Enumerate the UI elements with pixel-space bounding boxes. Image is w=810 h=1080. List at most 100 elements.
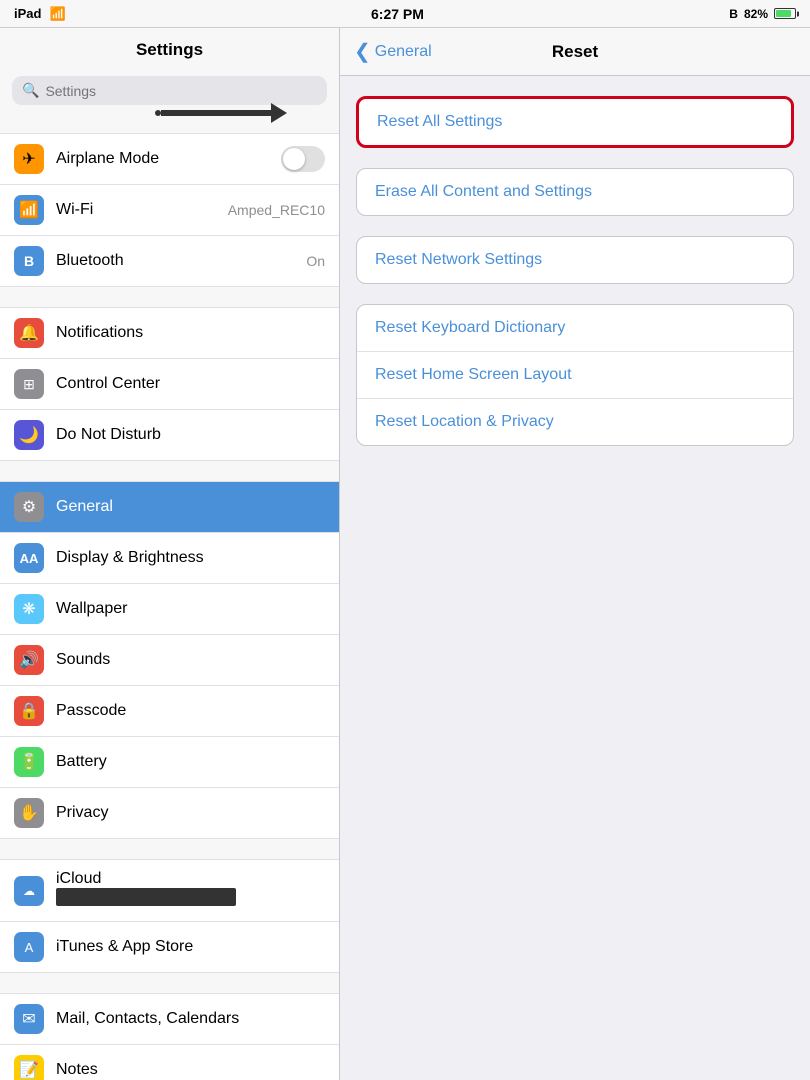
nav-bar: ❮ General Reset bbox=[340, 28, 810, 76]
reset-group-misc: Reset Keyboard Dictionary Reset Home Scr… bbox=[356, 304, 794, 446]
nav-bar-title: Reset bbox=[552, 42, 598, 62]
sidebar-item-icloud[interactable]: ☁ iCloud bbox=[0, 859, 339, 922]
status-time: 6:27 PM bbox=[371, 6, 424, 22]
wifi-status-icon: 📶 bbox=[49, 6, 65, 22]
dnd-icon: 🌙 bbox=[14, 420, 44, 450]
notes-icon: 📝 bbox=[14, 1055, 44, 1080]
sidebar-item-label-display: Display & Brightness bbox=[56, 549, 325, 567]
airplane-icon: ✈ bbox=[14, 144, 44, 174]
mail-icon: ✉ bbox=[14, 1004, 44, 1034]
sidebar-item-control[interactable]: ⊞ Control Center bbox=[0, 359, 339, 410]
reset-item-location[interactable]: Reset Location & Privacy bbox=[357, 399, 793, 445]
sounds-icon: 🔊 bbox=[14, 645, 44, 675]
right-panel: ❮ General Reset Reset All Settings Erase… bbox=[340, 28, 810, 1080]
sidebar-item-display[interactable]: AA Display & Brightness bbox=[0, 533, 339, 584]
sidebar-section-accounts: ☁ iCloud A iTunes & App Store bbox=[0, 859, 339, 973]
sidebar-item-label-passcode: Passcode bbox=[56, 702, 325, 720]
airplane-toggle[interactable] bbox=[281, 146, 325, 172]
reset-item-network[interactable]: Reset Network Settings bbox=[357, 237, 793, 283]
search-icon: 🔍 bbox=[22, 82, 39, 99]
display-icon: AA bbox=[14, 543, 44, 573]
chevron-left-icon: ❮ bbox=[354, 42, 371, 62]
sidebar-item-label-notes: Notes bbox=[56, 1061, 325, 1079]
nav-back-button[interactable]: ❮ General bbox=[354, 42, 432, 62]
reset-group-erase: Erase All Content and Settings bbox=[356, 168, 794, 216]
sidebar-item-label-notifications: Notifications bbox=[56, 324, 325, 342]
icloud-icon: ☁ bbox=[14, 876, 44, 906]
sidebar-item-label-icloud: iCloud bbox=[56, 870, 101, 887]
reset-all-settings-label: Reset All Settings bbox=[377, 113, 502, 130]
sidebar-item-mail[interactable]: ✉ Mail, Contacts, Calendars bbox=[0, 993, 339, 1045]
sidebar-item-wallpaper[interactable]: ❋ Wallpaper bbox=[0, 584, 339, 635]
sidebar-item-notifications[interactable]: 🔔 Notifications bbox=[0, 307, 339, 359]
status-left: iPad 📶 bbox=[14, 6, 66, 22]
battery-icon bbox=[774, 8, 796, 19]
reset-item-all-settings[interactable]: Reset All Settings bbox=[359, 99, 791, 145]
sidebar-section-apps: ✉ Mail, Contacts, Calendars 📝 Notes bbox=[0, 993, 339, 1080]
control-center-icon: ⊞ bbox=[14, 369, 44, 399]
sidebar-section-alerts: 🔔 Notifications ⊞ Control Center 🌙 Do No… bbox=[0, 307, 339, 461]
sidebar-item-passcode[interactable]: 🔒 Passcode bbox=[0, 686, 339, 737]
toggle-knob bbox=[283, 148, 305, 170]
sidebar-item-label-mail: Mail, Contacts, Calendars bbox=[56, 1010, 325, 1028]
sidebar-section-device: ⚙ General AA Display & Brightness ❋ Wall… bbox=[0, 481, 339, 839]
status-right: B 82% bbox=[729, 7, 796, 21]
sidebar-item-label-sounds: Sounds bbox=[56, 651, 325, 669]
battery-fill bbox=[776, 10, 791, 17]
privacy-icon: ✋ bbox=[14, 798, 44, 828]
sidebar-item-sounds[interactable]: 🔊 Sounds bbox=[0, 635, 339, 686]
reset-item-keyboard[interactable]: Reset Keyboard Dictionary bbox=[357, 305, 793, 352]
sidebar-item-wifi[interactable]: 📶 Wi-Fi Amped_REC10 bbox=[0, 185, 339, 236]
sidebar-item-privacy[interactable]: ✋ Privacy bbox=[0, 788, 339, 839]
general-icon: ⚙ bbox=[14, 492, 44, 522]
bluetooth-value: On bbox=[306, 253, 325, 269]
sidebar-item-label-general: General bbox=[56, 498, 325, 516]
sidebar-item-bluetooth[interactable]: B Bluetooth On bbox=[0, 236, 339, 287]
passcode-icon: 🔒 bbox=[14, 696, 44, 726]
wifi-value: Amped_REC10 bbox=[228, 202, 325, 218]
nav-back-label[interactable]: General bbox=[375, 43, 432, 61]
reset-network-label: Reset Network Settings bbox=[375, 251, 542, 268]
sidebar-item-label-bluetooth: Bluetooth bbox=[56, 252, 294, 270]
arrow-annotation bbox=[155, 103, 287, 123]
icloud-redacted bbox=[56, 888, 236, 906]
sidebar-item-airplane[interactable]: ✈ Airplane Mode bbox=[0, 133, 339, 185]
search-bar[interactable]: 🔍 bbox=[12, 76, 327, 105]
sidebar-item-general[interactable]: ⚙ General bbox=[0, 481, 339, 533]
bluetooth-icon-sidebar: B bbox=[14, 246, 44, 276]
sidebar-section-connectivity: ✈ Airplane Mode 📶 Wi-Fi Amped_REC10 B Bl… bbox=[0, 133, 339, 287]
wallpaper-icon: ❋ bbox=[14, 594, 44, 624]
sidebar-title: Settings bbox=[0, 28, 339, 68]
sidebar: Settings 🔍 ✈ Airplane Mode bbox=[0, 28, 340, 1080]
sidebar-item-label-wifi: Wi-Fi bbox=[56, 201, 216, 219]
bluetooth-icon: B bbox=[729, 7, 738, 21]
wifi-icon: 📶 bbox=[14, 195, 44, 225]
reset-section: Reset All Settings Erase All Content and… bbox=[356, 96, 794, 446]
reset-group-network: Reset Network Settings bbox=[356, 236, 794, 284]
notifications-icon: 🔔 bbox=[14, 318, 44, 348]
sidebar-item-label-wallpaper: Wallpaper bbox=[56, 600, 325, 618]
reset-location-label: Reset Location & Privacy bbox=[375, 413, 554, 430]
sidebar-item-notes[interactable]: 📝 Notes bbox=[0, 1045, 339, 1080]
sidebar-item-label-dnd: Do Not Disturb bbox=[56, 426, 325, 444]
reset-item-erase[interactable]: Erase All Content and Settings bbox=[357, 169, 793, 215]
reset-item-homescreen[interactable]: Reset Home Screen Layout bbox=[357, 352, 793, 399]
sidebar-item-label-control: Control Center bbox=[56, 375, 325, 393]
battery-sidebar-icon: 🔋 bbox=[14, 747, 44, 777]
sidebar-item-dnd[interactable]: 🌙 Do Not Disturb bbox=[0, 410, 339, 461]
search-input[interactable] bbox=[45, 83, 317, 99]
reset-keyboard-label: Reset Keyboard Dictionary bbox=[375, 319, 565, 336]
itunes-icon: A bbox=[14, 932, 44, 962]
sidebar-item-label-privacy: Privacy bbox=[56, 804, 325, 822]
sidebar-item-label-itunes: iTunes & App Store bbox=[56, 938, 325, 956]
reset-homescreen-label: Reset Home Screen Layout bbox=[375, 366, 572, 383]
sidebar-item-label-battery: Battery bbox=[56, 753, 325, 771]
sidebar-item-label-airplane: Airplane Mode bbox=[56, 150, 269, 168]
sidebar-item-battery[interactable]: 🔋 Battery bbox=[0, 737, 339, 788]
erase-all-label: Erase All Content and Settings bbox=[375, 183, 592, 200]
battery-percent: 82% bbox=[744, 7, 768, 21]
sidebar-item-itunes[interactable]: A iTunes & App Store bbox=[0, 922, 339, 973]
main-content: Settings 🔍 ✈ Airplane Mode bbox=[0, 28, 810, 1080]
status-bar: iPad 📶 6:27 PM B 82% bbox=[0, 0, 810, 28]
reset-group-all-settings: Reset All Settings bbox=[356, 96, 794, 148]
